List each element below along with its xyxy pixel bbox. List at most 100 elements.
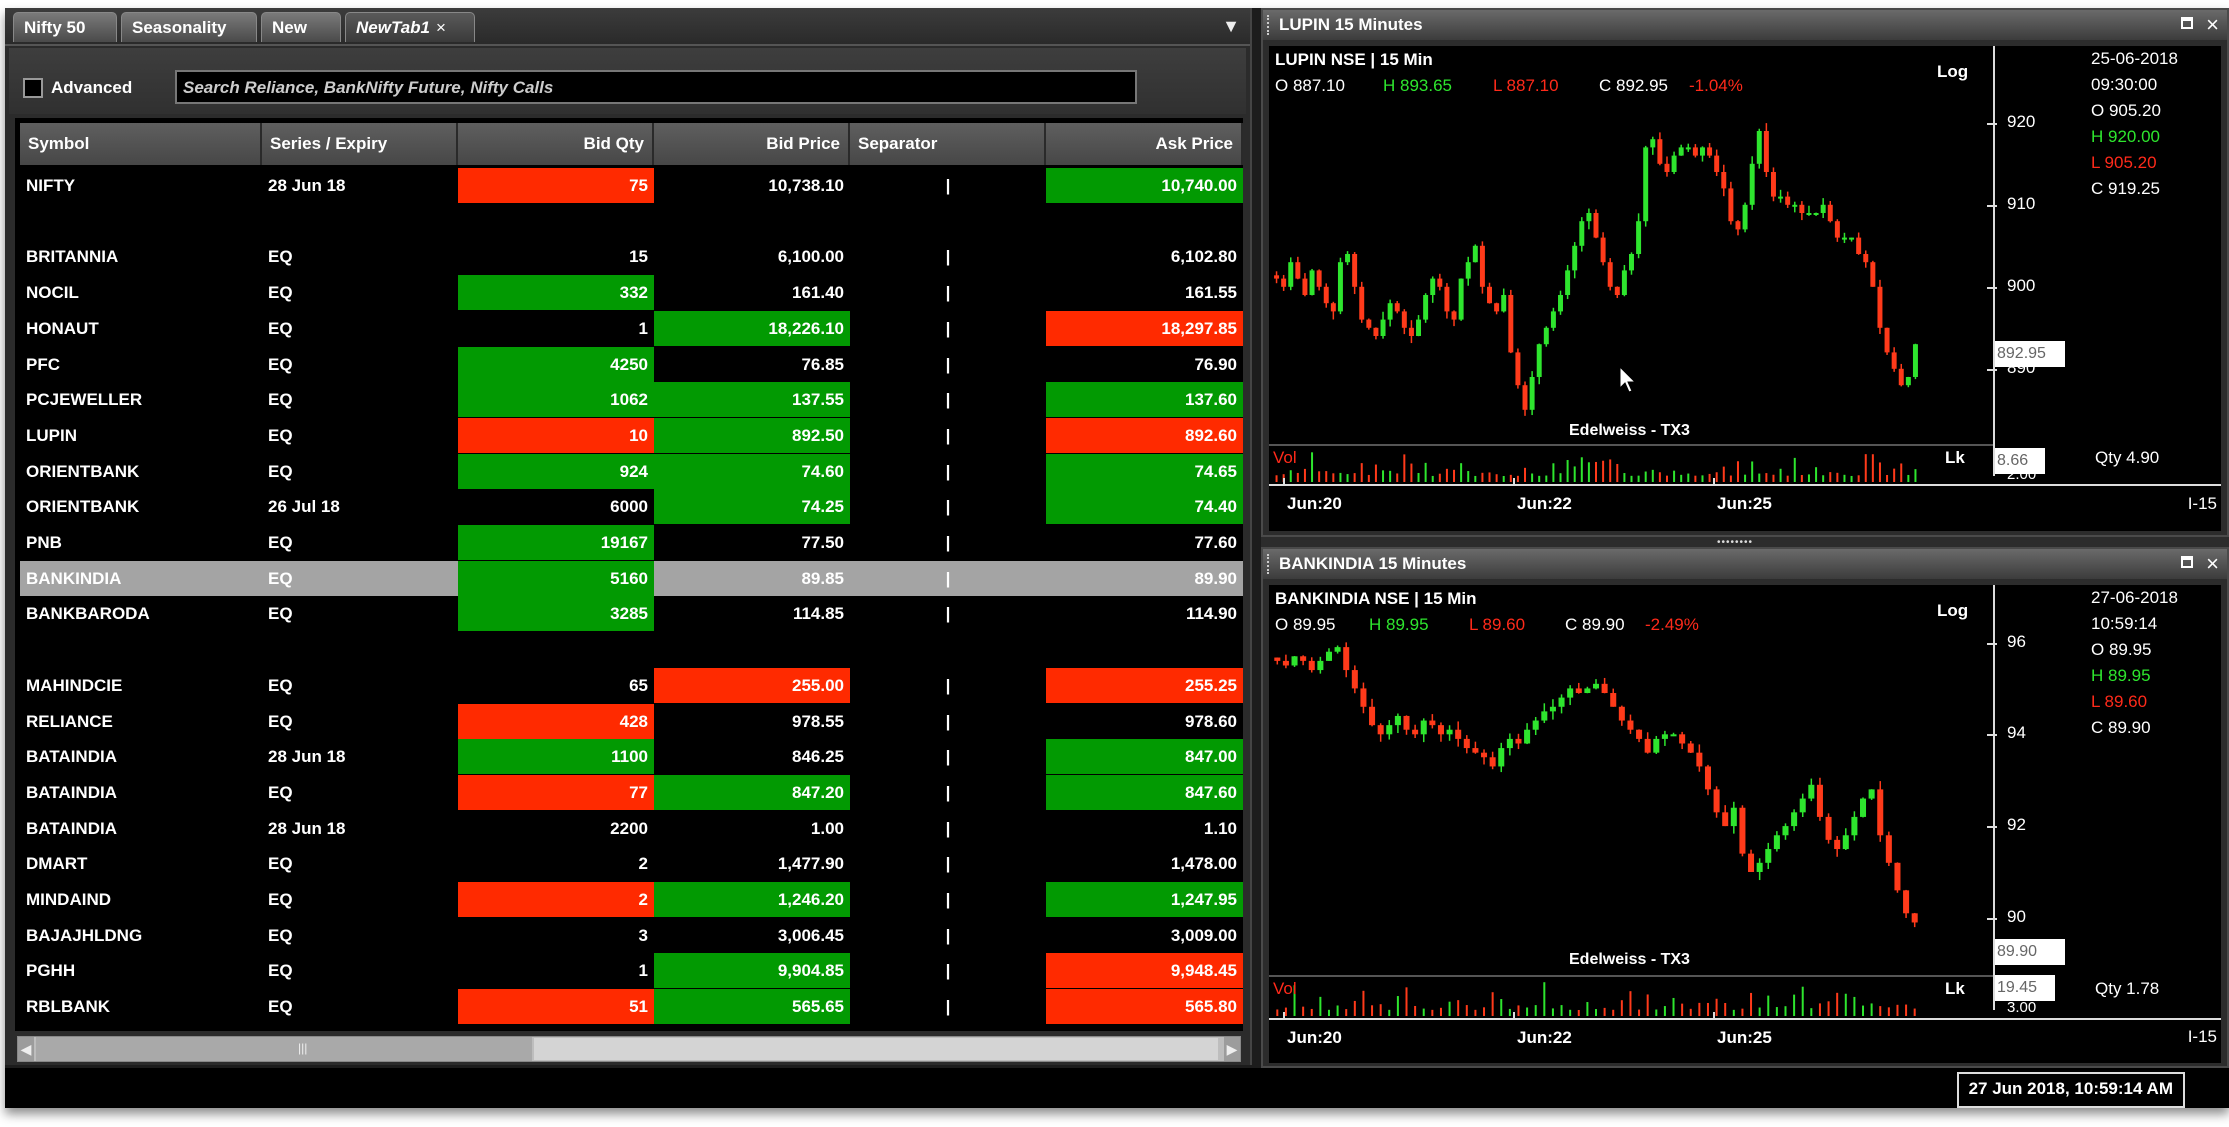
candle-body	[1423, 295, 1429, 320]
cell-bid-price: 77.50	[801, 533, 844, 552]
candle-body	[1463, 738, 1470, 749]
table-row[interactable]: MAHINDCIE EQ 65 255.00 | 255.25	[20, 667, 1243, 703]
table-row[interactable]: ORIENTBANK EQ 924 74.60 | 74.65	[20, 453, 1243, 489]
candle-body	[1325, 651, 1333, 661]
table-row[interactable]: RELIANCE EQ 428 978.55 | 978.60	[20, 703, 1243, 739]
table-row[interactable]: ORIENTBANK 26 Jul 18 6000 74.25 | 74.40	[20, 489, 1243, 525]
scrollbar-track[interactable]	[534, 1038, 1218, 1060]
symbol-search-input[interactable]: Search Reliance, BankNifty Future, Nifty…	[175, 70, 1137, 104]
chart-panel-title-bar[interactable]: BANKINDIA 15 Minutes	[1263, 549, 2227, 579]
candle-body	[1437, 278, 1443, 287]
table-row[interactable]: NOCIL EQ 332 161.40 | 161.55	[20, 275, 1243, 311]
price-tick-label: 920	[2007, 111, 2036, 131]
drag-handle-icon[interactable]	[1267, 554, 1271, 574]
candle-body	[1451, 311, 1457, 320]
table-row[interactable]: PCJEWELLER EQ 1062 137.55 | 137.60	[20, 382, 1243, 418]
time-tick-label: Jun:25	[1717, 1028, 1772, 1047]
close-tab-icon[interactable]: ×	[436, 18, 446, 37]
volume-bar	[1807, 474, 1810, 482]
volume-bar	[1595, 461, 1597, 482]
grid-row-blank[interactable]	[20, 632, 1243, 667]
table-row[interactable]: BANKINDIA EQ 5160 89.85 | 89.90	[20, 560, 1243, 596]
price-tick-mark	[1987, 368, 1997, 371]
candle-body	[1579, 221, 1585, 246]
table-row[interactable]: BAJAJHLDNG EQ 3 3,006.45 | 3,009.00	[20, 918, 1243, 953]
column-header-ask-price[interactable]: Ask Price	[1046, 123, 1243, 165]
table-row[interactable]: BANKBARODA EQ 3285 114.85 | 114.90	[20, 596, 1243, 632]
column-header-separator[interactable]: Separator	[850, 123, 1046, 165]
cell-bid-price: 10,738.10	[768, 176, 844, 195]
volume-bar	[1822, 475, 1825, 482]
scroll-left-arrow-icon[interactable]: ◀	[18, 1037, 34, 1061]
volume-bar	[1672, 997, 1675, 1016]
table-row[interactable]: DMART EQ 2 1,477.90 | 1,478.00	[20, 846, 1243, 881]
table-row[interactable]: MINDAIND EQ 2 1,246.20 | 1,247.95	[20, 882, 1243, 917]
candle-body	[1567, 688, 1574, 698]
cell-bid-price: 18,226.10	[654, 310, 850, 346]
horizontal-scrollbar[interactable]: ◀ ||| ▶	[17, 1036, 1241, 1062]
table-row[interactable]: PNB EQ 19167 77.50 | 77.60	[20, 525, 1243, 560]
table-row[interactable]: BATAINDIA 28 Jun 18 2200 1.00 | 1.10	[20, 811, 1243, 846]
log-scale-toggle[interactable]: Log	[1937, 62, 1968, 82]
maximize-icon[interactable]	[2181, 556, 2193, 568]
chart-panel-title: LUPIN 15 Minutes	[1279, 15, 1423, 34]
table-row[interactable]: BATAINDIA EQ 77 847.20 | 847.60	[20, 774, 1243, 810]
tab-new[interactable]: New	[261, 12, 341, 42]
advanced-checkbox[interactable]	[23, 78, 43, 98]
cell-ask-price: 76.90	[1194, 354, 1237, 374]
volume-bar	[1879, 1006, 1882, 1016]
column-header-bid-qty[interactable]: Bid Qty	[458, 123, 654, 165]
column-header-symbol[interactable]: Symbol	[20, 123, 262, 165]
table-row[interactable]: PGHH EQ 1 9,904.85 | 9,948.45	[20, 953, 1243, 989]
tab-newtab1[interactable]: NewTab1 ×	[345, 12, 475, 42]
grid-row-blank[interactable]	[20, 204, 1243, 239]
candle-body	[1515, 352, 1521, 386]
tab-seasonality[interactable]: Seasonality	[121, 12, 257, 42]
table-row[interactable]: RBLBANK EQ 51 565.65 | 565.80	[20, 989, 1243, 1025]
volume-bar	[1680, 474, 1683, 482]
candle-body	[1756, 131, 1762, 164]
table-row[interactable]: BRITANNIA EQ 15 6,100.00 | 6,102.80	[20, 239, 1243, 274]
candle-body	[1685, 147, 1691, 150]
candle-body	[1541, 711, 1548, 721]
cell-series: EQ	[268, 925, 293, 945]
volume-bar	[1612, 1009, 1615, 1016]
log-scale-toggle[interactable]: Log	[1937, 601, 1968, 621]
cell-bid-price: 255.00	[654, 667, 850, 703]
column-header-bid-price[interactable]: Bid Price	[654, 123, 850, 165]
time-tick-mark	[1283, 1012, 1285, 1020]
candle-body	[1274, 275, 1280, 279]
status-clock: 27 Jun 2018, 10:59:14 AM	[1956, 1072, 2185, 1108]
table-row[interactable]: PFC EQ 4250 76.85 | 76.90	[20, 346, 1243, 382]
close-icon[interactable]: ×	[2206, 549, 2219, 579]
chart-area[interactable]: BANKINDIA NSE | 15 Min O 89.95 H 89.95 L…	[1269, 585, 2221, 1063]
volume-bar	[1417, 472, 1420, 482]
drag-handle-icon[interactable]	[1267, 15, 1271, 35]
candle-body	[1412, 729, 1419, 735]
table-row[interactable]: HONAUT EQ 1 18,226.10 | 18,297.85	[20, 310, 1243, 346]
panel-splitter[interactable]: ••••••••	[1261, 537, 2229, 548]
volume-bar	[1389, 470, 1392, 482]
tab-nifty-50[interactable]: Nifty 50	[13, 12, 117, 42]
maximize-icon[interactable]	[2181, 17, 2193, 29]
table-row[interactable]: LUPIN EQ 10 892.50 | 892.60	[20, 417, 1243, 453]
close-icon[interactable]: ×	[2206, 10, 2219, 40]
table-row[interactable]: BATAINDIA 28 Jun 18 1100 846.25 | 847.00	[20, 739, 1243, 775]
search-toolbar: Advanced Search Reliance, BankNifty Futu…	[9, 48, 1246, 114]
chart-panel-title-bar[interactable]: LUPIN 15 Minutes	[1263, 10, 2227, 40]
scroll-right-arrow-icon[interactable]: ▶	[1224, 1037, 1240, 1061]
candle-body	[1618, 706, 1625, 721]
volume-bar	[1784, 1006, 1787, 1016]
table-row[interactable]: NIFTY 28 Jun 18 75 10,738.10 | 10,740.00	[20, 168, 1243, 203]
chart-area[interactable]: LUPIN NSE | 15 Min O 887.10 H 893.65 L 8…	[1269, 46, 2221, 531]
scrollbar-thumb[interactable]: |||	[36, 1037, 532, 1061]
candle-body	[1799, 204, 1805, 213]
chart-panel-bankindia: BANKINDIA 15 Minutes × BANKINDIA NSE | 1…	[1261, 547, 2229, 1068]
candle-body	[1912, 344, 1918, 377]
column-header-series-expiry[interactable]: Series / Expiry	[262, 123, 458, 165]
interval-label: I-15	[2187, 1027, 2217, 1046]
tab-menu-dropdown-icon[interactable]: ▼	[1222, 16, 1240, 37]
cell-series: EQ	[268, 854, 293, 874]
cell-bid-price: 565.65	[654, 989, 850, 1025]
volume-bar	[1836, 992, 1839, 1016]
